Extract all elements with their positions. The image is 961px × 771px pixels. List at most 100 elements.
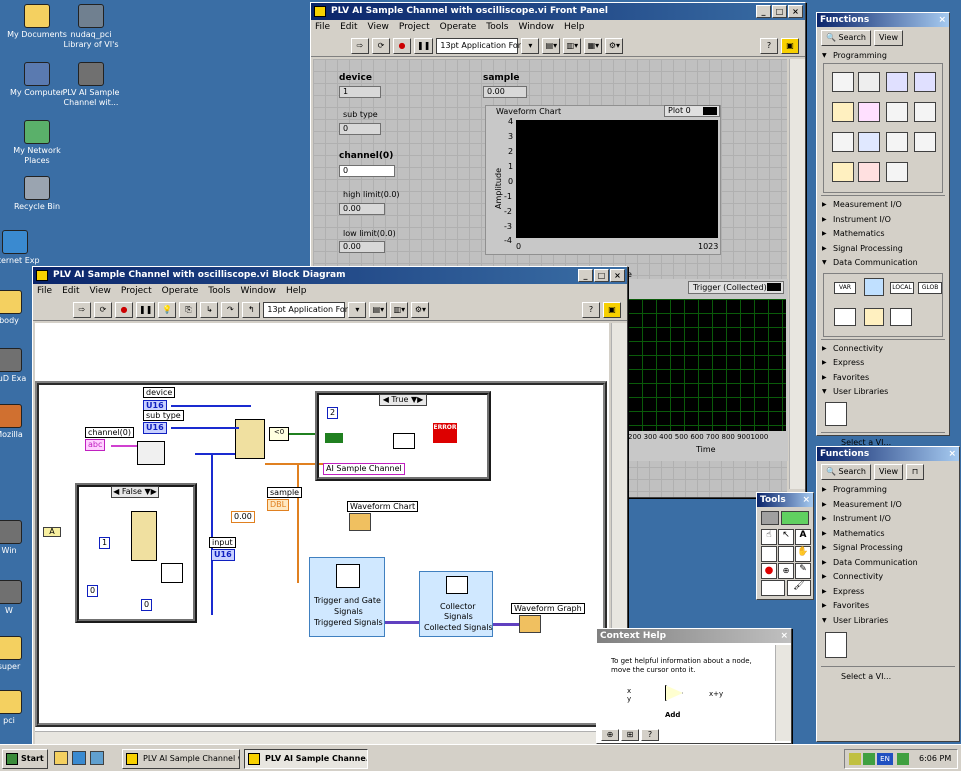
user-library-icon[interactable] [825,632,847,658]
detailed-help-icon[interactable]: ⊞ [621,729,639,741]
front-panel-titlebar[interactable]: PLV AI Sample Channel with oscilliscope.… [311,3,805,20]
context-help-titlebar[interactable]: Context Help × [597,629,791,643]
device-control[interactable]: 1 [339,86,381,98]
collector-express-vi[interactable]: Collector Signals Collected Signals [419,571,493,637]
help-icon[interactable]: ? [582,301,600,318]
menu-window[interactable]: Window [240,284,276,299]
sub-type-terminal[interactable]: U16 [143,422,167,434]
constant-0-00[interactable]: 0.00 [231,511,255,523]
protocols-icon[interactable] [864,307,884,326]
datasocket-icon[interactable] [890,307,912,326]
run-arrow-icon[interactable]: ⇨ [73,301,91,318]
close-button[interactable]: × [610,269,625,282]
font-select[interactable]: 13pt Application Font [436,37,526,54]
close-icon[interactable]: × [938,13,946,27]
menu-window[interactable]: Window [518,20,554,35]
operate-value-tool-icon[interactable]: ☝ [761,529,777,545]
comparison-icon[interactable] [886,102,908,122]
report-generation-icon[interactable] [886,162,908,182]
font-dropdown-icon[interactable]: ▾ [348,301,367,318]
high-limit-control[interactable]: 0.00 [339,203,385,215]
menu-view[interactable]: View [368,20,389,35]
category-user-libraries[interactable]: User Libraries [817,385,949,400]
category-express[interactable]: Express [817,585,959,600]
clock[interactable]: 6:06 PM [919,753,951,765]
menu-operate[interactable]: Operate [440,20,477,35]
menu-edit[interactable]: Edit [340,20,357,35]
constant-0[interactable]: 0 [87,585,99,597]
automatic-tool-icon[interactable] [761,511,779,525]
run-continuously-icon[interactable]: ⟳ [372,37,390,54]
build-error-node[interactable] [393,433,415,449]
retain-wire-values-icon[interactable]: ⎘ [179,301,198,318]
close-icon[interactable]: × [948,447,956,461]
category-instrument-io[interactable]: Instrument I/O [817,512,959,527]
tools-titlebar[interactable]: Tools × [757,493,813,507]
front-panel-vscroll[interactable] [789,59,805,489]
connect-wire-tool-icon[interactable] [761,546,777,562]
search-button[interactable]: 🔍 Search [821,464,871,480]
constant-2[interactable]: 2 [327,407,339,419]
ai-read-subvi[interactable] [131,511,157,561]
category-favorites[interactable]: Favorites [817,371,949,386]
waveform-icon[interactable] [886,132,908,152]
menu-help[interactable]: Help [564,20,585,35]
desktop-icon-pci[interactable]: pci [0,690,32,726]
reorder-icon[interactable]: ⚙▾ [605,37,624,54]
position-tool-icon[interactable]: ↖ [778,529,794,545]
error-icon[interactable]: ERROR [433,423,457,443]
cluster-icon[interactable] [886,72,908,92]
category-connectivity[interactable]: Connectivity [817,570,959,585]
category-signal-processing[interactable]: Signal Processing [817,242,949,257]
desktop-icon-internet-explorer[interactable]: Internet Exp [0,230,40,266]
menu-edit[interactable]: Edit [62,284,79,299]
maximize-button[interactable]: □ [772,5,787,18]
menu-tools[interactable]: Tools [208,284,230,299]
desktop-icon-nudaq-pci[interactable]: nudaq_pci Library of VI's [56,4,126,50]
desktop-icon-super[interactable]: super [0,636,32,672]
desktop-icon-nud[interactable]: NuD Exa [0,348,32,384]
help-icon[interactable]: ? [641,729,659,741]
step-into-icon[interactable]: ↳ [200,301,219,318]
desktop-icon-network[interactable]: My Network Places [2,120,72,166]
category-mathematics[interactable]: Mathematics [817,527,959,542]
help-icon[interactable]: ? [760,37,778,54]
tray-icon[interactable] [897,753,909,765]
menu-help[interactable]: Help [286,284,307,299]
constant-0b[interactable]: 0 [141,599,153,611]
search-button[interactable]: 🔍 Search [821,30,871,46]
menu-project[interactable]: Project [121,284,152,299]
align-icon[interactable]: ▤▾ [369,301,388,318]
close-icon[interactable]: × [802,493,810,507]
font-dropdown-icon[interactable]: ▾ [521,37,540,54]
step-over-icon[interactable]: ↷ [221,301,240,318]
graphics-sound-icon[interactable] [858,162,880,182]
triggered-signals-output[interactable]: Triggered Signals [314,618,383,627]
category-instrument-io[interactable]: Instrument I/O [817,213,949,228]
channel-control[interactable]: 0 [339,165,395,177]
less-than-zero-node[interactable]: <0 [269,427,289,441]
input-terminal[interactable]: U16 [211,549,235,561]
context-help-vscroll[interactable] [775,645,791,741]
trigger-and-gate-express-vi[interactable]: Trigger and Gate Signals Triggered Signa… [309,557,385,637]
desktop-icon-win[interactable]: Win [0,520,32,556]
close-icon[interactable]: × [780,629,788,643]
breakpoint-tool-icon[interactable]: ● [761,563,777,579]
ai-sample-channel-constant[interactable]: AI Sample Channel [323,463,405,475]
taskbar-block-diagram[interactable]: PLV AI Sample Channe... [244,749,368,769]
file-io-icon[interactable] [858,132,880,152]
edit-text-tool-icon[interactable]: A [795,529,811,545]
quicklaunch-ie-icon[interactable] [72,751,86,765]
run-arrow-icon[interactable]: ⇨ [351,37,369,54]
sub-type-control[interactable]: 0 [339,123,381,135]
desktop-icon-body[interactable]: body [0,290,32,326]
menu-file[interactable]: File [37,284,52,299]
minimize-button[interactable]: _ [756,5,771,18]
taskbar-front-panel[interactable]: PLV AI Sample Channel wi... [122,749,240,769]
align-icon[interactable]: ▤▾ [542,37,561,54]
resize-icon[interactable]: ▦▾ [584,37,603,54]
category-data-communication[interactable]: Data Communication [817,556,959,571]
channel-terminal[interactable]: abc [85,439,106,451]
language-indicator[interactable]: EN [877,753,893,765]
structures-icon[interactable] [832,72,854,92]
